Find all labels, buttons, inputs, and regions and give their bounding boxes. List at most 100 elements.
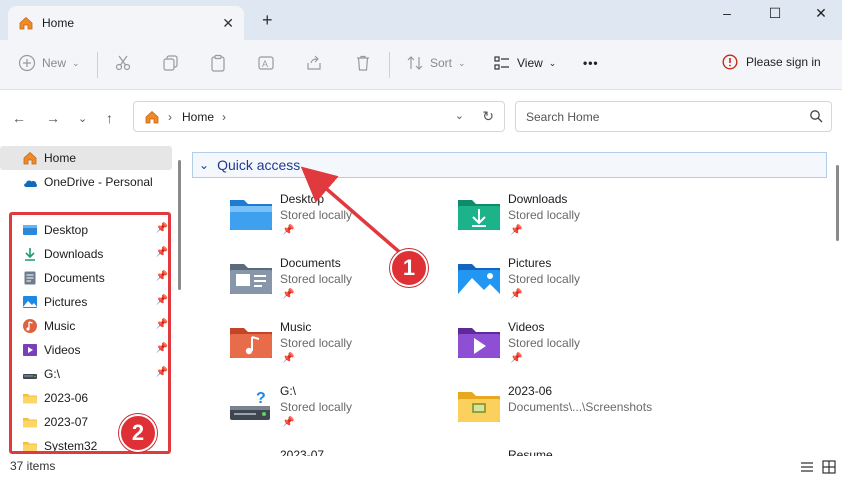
home-icon <box>23 151 37 165</box>
item-name: Documents <box>280 256 341 270</box>
copy-icon <box>163 55 178 71</box>
quick-access-item-pictures[interactable]: Pictures Stored locally 📌 <box>456 252 684 312</box>
quick-access-item-2023-06[interactable]: 2023-06 Documents\...\Screenshots <box>456 380 684 440</box>
share-icon <box>307 55 321 70</box>
cut-button[interactable] <box>114 54 132 72</box>
refresh-icon[interactable]: ↻ <box>482 108 494 125</box>
rename-icon: A <box>258 56 274 70</box>
folder-icon <box>458 392 500 422</box>
videos-folder-icon <box>458 328 500 358</box>
quick-access-item-desktop[interactable]: Desktop Stored locally 📌 <box>228 188 456 248</box>
sort-icon <box>407 56 423 70</box>
more-options-button[interactable]: ••• <box>583 56 599 70</box>
music-folder-icon <box>230 328 272 358</box>
pin-icon: 📌 <box>282 353 295 364</box>
chevron-down-icon: ⌄ <box>458 57 466 68</box>
pin-icon: 📌 <box>510 353 523 364</box>
share-button[interactable] <box>305 54 323 72</box>
pin-icon: 📌 <box>282 225 295 236</box>
item-name: Resume <box>508 448 553 456</box>
minimize-button[interactable]: – <box>704 2 750 24</box>
item-name: 2023-06 <box>508 384 553 398</box>
title-bar: Home ✕ + – ☐ ✕ <box>0 0 842 40</box>
chevron-down-icon: ⌄ <box>548 57 557 68</box>
content-scrollbar[interactable] <box>836 165 839 241</box>
sort-button[interactable]: Sort ⌄ <box>406 54 466 72</box>
item-status: Stored locally <box>508 272 581 286</box>
back-button[interactable]: ← <box>12 110 26 126</box>
address-dropdown-icon[interactable]: ⌄ <box>455 109 464 122</box>
item-status: Stored locally <box>280 272 353 286</box>
item-count: 37 items <box>10 459 56 473</box>
sign-in-label: Please sign in <box>746 55 821 69</box>
up-button[interactable]: ↑ <box>106 110 113 126</box>
chevron-down-icon: ⌄ <box>199 158 210 172</box>
details-view-icon[interactable] <box>800 460 814 474</box>
address-bar[interactable]: › Home › ⌄ ↻ <box>133 101 505 132</box>
quick-access-item-2023-07[interactable]: 2023-07 <box>228 444 456 456</box>
pin-icon: 📌 <box>510 225 523 236</box>
item-name: Downloads <box>508 192 568 206</box>
sidebar-item-onedrive[interactable]: OneDrive - Personal <box>0 170 172 194</box>
quick-access-item-resume[interactable]: Resume <box>456 444 684 456</box>
close-tab-icon[interactable]: ✕ <box>222 15 234 32</box>
recent-locations-button[interactable]: ⌄ <box>78 112 87 125</box>
paste-button[interactable] <box>209 54 227 72</box>
clipboard-icon <box>211 54 225 72</box>
content-pane: ⌄ Quick access Desktop Stored locally 📌 … <box>190 144 842 456</box>
pin-icon: 📌 <box>282 417 295 428</box>
breadcrumb-home[interactable]: Home <box>182 110 214 124</box>
svg-text:?: ? <box>256 390 266 407</box>
item-status: Stored locally <box>280 208 353 222</box>
annotation-badge-1: 1 <box>390 249 428 287</box>
documents-folder-icon <box>230 264 272 294</box>
chevron-right-icon[interactable]: › <box>222 110 226 124</box>
tiles-view-icon[interactable] <box>822 460 836 474</box>
svg-text:A: A <box>262 59 268 69</box>
forward-button[interactable]: → <box>46 110 60 126</box>
item-name: Pictures <box>508 256 552 270</box>
copy-button[interactable] <box>162 54 180 72</box>
maximize-button[interactable]: ☐ <box>752 2 798 24</box>
item-location: Documents\...\Screenshots <box>508 400 653 414</box>
new-button[interactable]: New ⌄ <box>18 54 80 72</box>
pictures-folder-icon <box>458 264 500 294</box>
item-name: Videos <box>508 320 545 334</box>
sidebar-item-home[interactable]: Home <box>0 146 172 170</box>
sidebar-scrollbar[interactable] <box>178 160 181 290</box>
new-tab-button[interactable]: + <box>262 10 273 31</box>
item-status: Stored locally <box>280 400 353 414</box>
view-label: View <box>517 56 543 70</box>
plus-circle-icon <box>18 54 36 72</box>
drive-icon: ? <box>230 390 270 420</box>
downloads-folder-icon <box>458 200 500 230</box>
quick-access-item-downloads[interactable]: Downloads Stored locally 📌 <box>456 188 684 248</box>
warning-icon <box>722 54 738 70</box>
search-icon[interactable] <box>809 109 823 123</box>
sidebar-item-label: OneDrive - Personal <box>44 175 153 189</box>
close-window-button[interactable]: ✕ <box>798 2 842 24</box>
sidebar-item-label: Home <box>44 151 77 165</box>
rename-button[interactable]: A <box>257 54 275 72</box>
trash-icon <box>357 55 369 71</box>
delete-button[interactable] <box>354 54 372 72</box>
quick-access-item-music[interactable]: Music Stored locally 📌 <box>228 316 456 376</box>
pin-icon: 📌 <box>510 289 523 300</box>
search-box[interactable] <box>515 101 832 132</box>
tab-label: Home <box>42 16 75 30</box>
view-button[interactable]: View ⌄ <box>493 54 556 72</box>
new-label: New <box>42 56 67 70</box>
tab-home[interactable]: Home ✕ <box>8 6 244 40</box>
chevron-down-icon: ⌄ <box>72 57 80 68</box>
quick-access-header[interactable]: ⌄ Quick access <box>192 152 827 178</box>
item-name: Music <box>280 320 312 334</box>
quick-access-item-g-drive[interactable]: ? G:\ Stored locally 📌 <box>228 380 456 440</box>
divider <box>97 52 98 78</box>
item-name: G:\ <box>280 384 297 398</box>
sign-in-button[interactable]: Please sign in <box>722 54 821 70</box>
search-input[interactable] <box>526 109 796 124</box>
address-row: ← → ⌄ ↑ › Home › ⌄ ↻ <box>0 90 842 144</box>
item-status: Stored locally <box>508 208 581 222</box>
item-name: Desktop <box>280 192 325 206</box>
quick-access-item-videos[interactable]: Videos Stored locally 📌 <box>456 316 684 376</box>
